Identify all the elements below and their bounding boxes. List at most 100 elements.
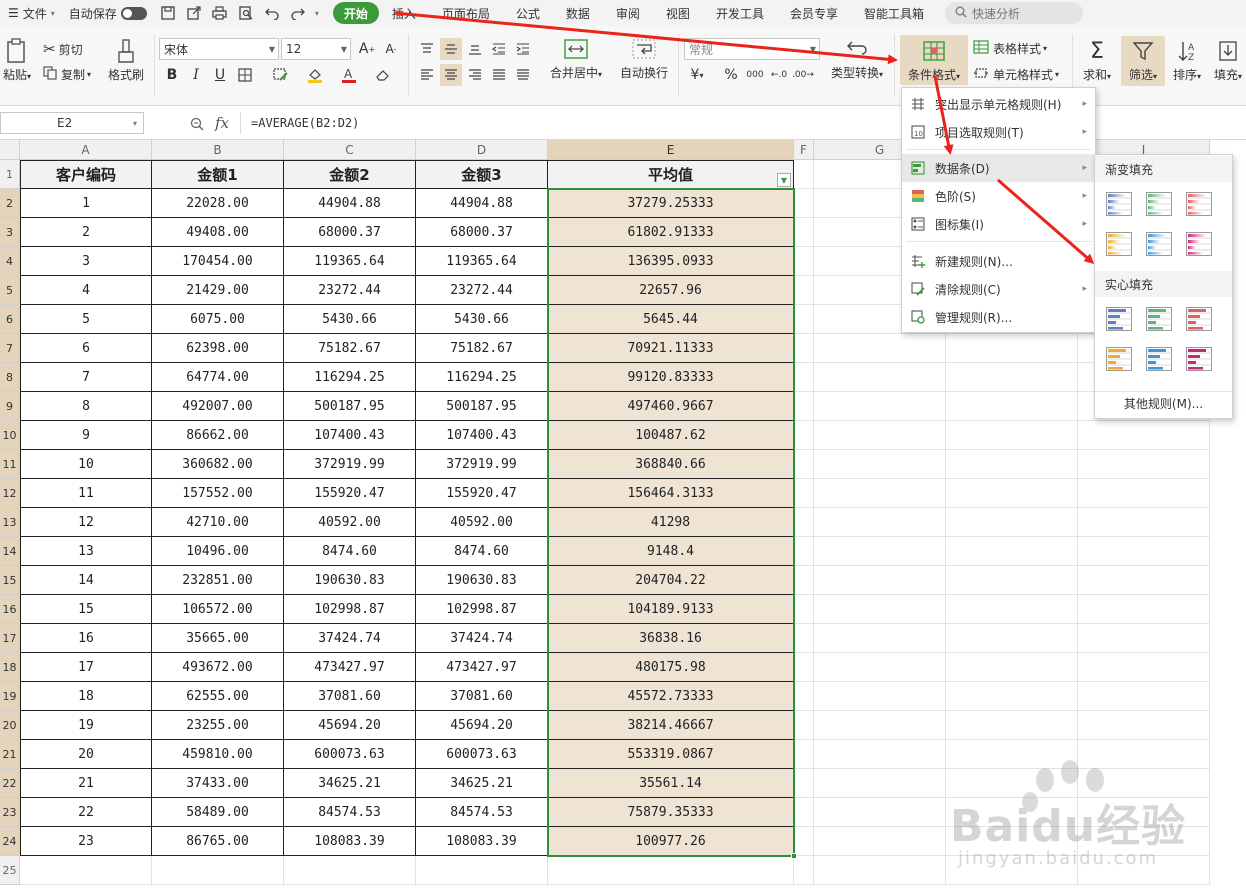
font-size-select[interactable]: 12 ▼ bbox=[281, 38, 351, 60]
table-cell[interactable]: 6 bbox=[20, 334, 152, 363]
table-cell[interactable]: 459810.00 bbox=[152, 740, 284, 769]
average-cell[interactable]: 5645.44 bbox=[548, 305, 794, 334]
average-cell[interactable]: 497460.9667 bbox=[548, 392, 794, 421]
empty-cell[interactable] bbox=[794, 769, 814, 798]
cut-button[interactable]: ✂ 剪切 bbox=[43, 40, 83, 58]
table-cell[interactable]: 8474.60 bbox=[416, 537, 548, 566]
empty-cell[interactable] bbox=[794, 798, 814, 827]
row-header[interactable]: 3 bbox=[0, 218, 20, 247]
table-cell[interactable]: 108083.39 bbox=[416, 827, 548, 856]
table-cell[interactable]: 6075.00 bbox=[152, 305, 284, 334]
gradient-data-bar-option[interactable] bbox=[1185, 191, 1213, 217]
row-header[interactable]: 18 bbox=[0, 653, 20, 682]
indent-increase-icon[interactable] bbox=[512, 38, 534, 60]
average-cell[interactable]: 9148.4 bbox=[548, 537, 794, 566]
row-header[interactable]: 2 bbox=[0, 189, 20, 218]
table-cell[interactable]: 15 bbox=[20, 595, 152, 624]
table-cell[interactable]: 119365.64 bbox=[416, 247, 548, 276]
distributed-icon[interactable] bbox=[512, 64, 534, 86]
table-cell[interactable]: 37424.74 bbox=[416, 624, 548, 653]
table-cell[interactable]: 232851.00 bbox=[152, 566, 284, 595]
table-cell[interactable]: 23 bbox=[20, 827, 152, 856]
align-center-icon[interactable] bbox=[440, 64, 462, 86]
row-header[interactable]: 4 bbox=[0, 247, 20, 276]
table-cell[interactable]: 35665.00 bbox=[152, 624, 284, 653]
empty-cell[interactable] bbox=[794, 276, 814, 305]
undo-icon[interactable] bbox=[263, 4, 281, 22]
table-cell[interactable]: 5430.66 bbox=[284, 305, 416, 334]
empty-cell[interactable] bbox=[794, 595, 814, 624]
table-cell[interactable]: 190630.83 bbox=[284, 566, 416, 595]
table-cell[interactable]: 492007.00 bbox=[152, 392, 284, 421]
solid-data-bar-option[interactable] bbox=[1185, 306, 1213, 332]
fill-button[interactable]: 填充▾ bbox=[1210, 36, 1246, 83]
gradient-data-bar-option[interactable] bbox=[1105, 231, 1133, 257]
tab-review[interactable]: 审阅 bbox=[603, 2, 653, 24]
table-cell[interactable]: 64774.00 bbox=[152, 363, 284, 392]
save-icon[interactable] bbox=[159, 4, 177, 22]
empty-cell[interactable] bbox=[794, 711, 814, 740]
average-cell[interactable]: 38214.46667 bbox=[548, 711, 794, 740]
fill-color-icon[interactable] bbox=[304, 64, 326, 86]
empty-cell[interactable] bbox=[814, 682, 946, 711]
empty-cell[interactable] bbox=[1078, 508, 1210, 537]
row-header[interactable]: 20 bbox=[0, 711, 20, 740]
table-cell[interactable]: 22 bbox=[20, 798, 152, 827]
tab-formulas[interactable]: 公式 bbox=[503, 2, 553, 24]
menu-item-new-rule[interactable]: 新建规则(N)... bbox=[902, 247, 1095, 275]
average-cell[interactable]: 61802.91333 bbox=[548, 218, 794, 247]
select-all-corner[interactable] bbox=[0, 140, 20, 160]
solid-data-bar-option[interactable] bbox=[1105, 346, 1133, 372]
average-cell[interactable]: 36838.16 bbox=[548, 624, 794, 653]
merge-center-button[interactable]: 合并居中▾ bbox=[546, 34, 606, 81]
row-header[interactable]: 6 bbox=[0, 305, 20, 334]
table-cell[interactable]: 19 bbox=[20, 711, 152, 740]
autosave-toggle[interactable]: 自动保存 bbox=[63, 0, 155, 26]
row-header[interactable]: 25 bbox=[0, 856, 20, 885]
bold-icon[interactable]: B bbox=[161, 64, 183, 86]
empty-cell[interactable] bbox=[794, 566, 814, 595]
export-icon[interactable] bbox=[185, 4, 203, 22]
empty-cell[interactable] bbox=[814, 334, 946, 363]
table-cell[interactable]: 5 bbox=[20, 305, 152, 334]
table-cell[interactable]: 84574.53 bbox=[416, 798, 548, 827]
empty-cell[interactable] bbox=[814, 595, 946, 624]
sort-button[interactable]: AZ 排序▾ bbox=[1169, 36, 1205, 83]
more-rules-button[interactable]: 其他规则(M)... bbox=[1095, 391, 1232, 415]
row-header[interactable]: 5 bbox=[0, 276, 20, 305]
table-cell[interactable]: 102998.87 bbox=[284, 595, 416, 624]
empty-cell[interactable] bbox=[1078, 566, 1210, 595]
table-cell[interactable]: 190630.83 bbox=[416, 566, 548, 595]
row-header[interactable]: 21 bbox=[0, 740, 20, 769]
empty-cell[interactable] bbox=[794, 682, 814, 711]
table-cell[interactable]: 37081.60 bbox=[416, 682, 548, 711]
quick-analysis-search[interactable]: 快速分析 bbox=[944, 2, 1083, 24]
align-bottom-icon[interactable] bbox=[464, 38, 486, 60]
empty-cell[interactable] bbox=[794, 537, 814, 566]
empty-cell[interactable] bbox=[794, 856, 814, 885]
row-header[interactable]: 19 bbox=[0, 682, 20, 711]
print-icon[interactable] bbox=[211, 4, 229, 22]
table-cell[interactable]: 75182.67 bbox=[284, 334, 416, 363]
empty-cell[interactable] bbox=[814, 653, 946, 682]
tab-home[interactable]: 开始 bbox=[332, 2, 379, 24]
empty-cell[interactable] bbox=[946, 392, 1078, 421]
empty-cell[interactable] bbox=[946, 363, 1078, 392]
empty-cell[interactable] bbox=[794, 508, 814, 537]
empty-cell[interactable] bbox=[794, 218, 814, 247]
table-cell[interactable]: 10496.00 bbox=[152, 537, 284, 566]
zoom-icon[interactable] bbox=[190, 117, 204, 134]
gradient-data-bar-option[interactable] bbox=[1185, 231, 1213, 257]
table-cell[interactable]: 37433.00 bbox=[152, 769, 284, 798]
table-cell[interactable]: 40592.00 bbox=[284, 508, 416, 537]
column-header-f[interactable]: F bbox=[794, 140, 814, 160]
table-cell[interactable]: 86765.00 bbox=[152, 827, 284, 856]
menu-item-color-scales[interactable]: 色阶(S) ▸ bbox=[902, 182, 1095, 210]
table-cell[interactable]: 102998.87 bbox=[416, 595, 548, 624]
table-cell[interactable]: 20 bbox=[20, 740, 152, 769]
table-cell[interactable]: 8474.60 bbox=[284, 537, 416, 566]
row-header[interactable]: 14 bbox=[0, 537, 20, 566]
average-cell[interactable]: 35561.14 bbox=[548, 769, 794, 798]
table-cell[interactable]: 45694.20 bbox=[284, 711, 416, 740]
empty-cell[interactable] bbox=[814, 479, 946, 508]
